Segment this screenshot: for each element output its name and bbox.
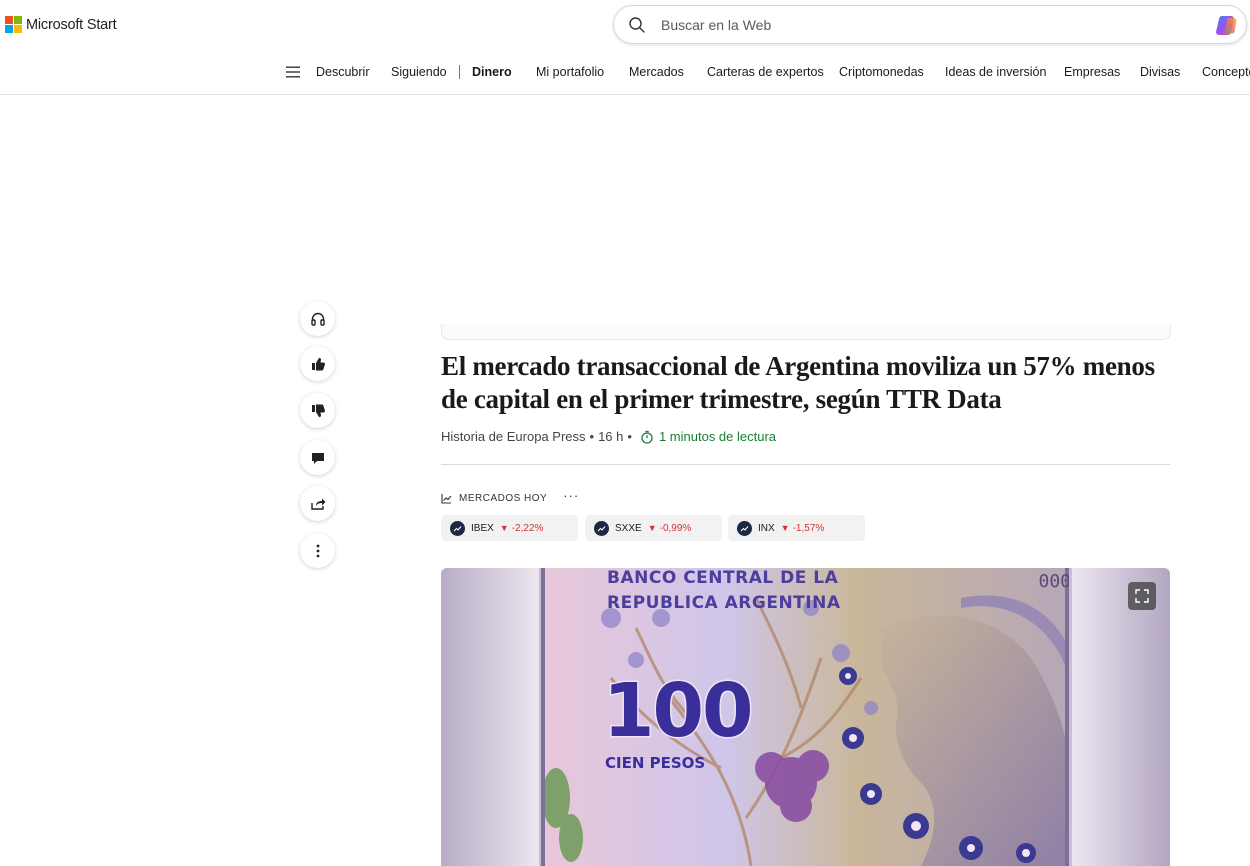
image-blur-left bbox=[441, 568, 539, 866]
ticker-name: SXXE bbox=[615, 522, 642, 534]
banknote-bank-name-line1: BANCO CENTRAL DE LA bbox=[607, 568, 839, 588]
read-time-label: 1 minutos de lectura bbox=[658, 429, 777, 444]
search-box[interactable] bbox=[613, 5, 1247, 44]
article-source[interactable]: Historia de Europa Press bbox=[441, 429, 586, 444]
chart-line-icon bbox=[441, 494, 452, 504]
ticker-change: -0,99% bbox=[659, 522, 692, 534]
comment-button[interactable] bbox=[300, 440, 335, 475]
ticker-name: IBEX bbox=[471, 522, 494, 534]
ticker-change: -1,57% bbox=[792, 522, 825, 534]
microsoft-start-logo[interactable]: Microsoft Start bbox=[5, 16, 117, 33]
banknote-image: BANCO CENTRAL DE LA REPUBLICA ARGENTINA … bbox=[541, 568, 1069, 866]
banknote-bank-name-line2: REPUBLICA ARGENTINA bbox=[607, 593, 841, 613]
article-hero-image[interactable]: BANCO CENTRAL DE LA REPUBLICA ARGENTINA … bbox=[441, 568, 1170, 866]
nav-item-carteras-de-expertos[interactable]: Carteras de expertos bbox=[707, 65, 824, 79]
ticker-inx[interactable]: INX ▼ -1,57% bbox=[728, 515, 865, 541]
index-chart-icon bbox=[594, 520, 609, 536]
ad-card-bottom bbox=[441, 324, 1171, 340]
share-icon bbox=[310, 498, 325, 510]
comment-icon bbox=[311, 452, 324, 464]
timer-icon bbox=[641, 430, 653, 444]
nav-item-ideas-de-inversion[interactable]: Ideas de inversión bbox=[945, 65, 1046, 79]
nav-item-mercados[interactable]: Mercados bbox=[629, 65, 684, 79]
banknote-denomination: 100 bbox=[601, 667, 754, 756]
read-time: 1 minutos de lectura bbox=[640, 429, 776, 444]
like-button[interactable] bbox=[300, 346, 335, 381]
markets-header: MERCADOS HOY ··· bbox=[441, 488, 579, 506]
more-options-button[interactable] bbox=[300, 533, 335, 568]
nav-item-descubrir[interactable]: Descubrir bbox=[316, 65, 370, 79]
category-nav: Descubrir Siguiendo Dinero Mi portafolio… bbox=[0, 50, 1250, 95]
ticker-change: -2,22% bbox=[511, 522, 544, 534]
fullscreen-icon bbox=[1135, 589, 1149, 603]
nav-item-dinero[interactable]: Dinero bbox=[472, 65, 512, 79]
byline-dot: • bbox=[627, 429, 632, 444]
brand-name: Microsoft Start bbox=[26, 16, 117, 33]
markets-more-button[interactable]: ··· bbox=[563, 488, 579, 503]
nav-item-mi-portafolio[interactable]: Mi portafolio bbox=[536, 65, 604, 79]
search-input[interactable] bbox=[661, 14, 1181, 36]
nav-item-siguiendo[interactable]: Siguiendo bbox=[391, 65, 447, 79]
byline-dot: • bbox=[589, 429, 595, 444]
nav-separator bbox=[459, 65, 460, 79]
copilot-icon[interactable] bbox=[1215, 13, 1240, 38]
banknote-denomination-words: CIEN PESOS bbox=[605, 754, 706, 772]
banknote-serial: 000 bbox=[1038, 571, 1069, 592]
thumbs-down-icon bbox=[311, 404, 325, 417]
down-arrow-icon: ▼ bbox=[499, 523, 509, 533]
nav-item-divisas[interactable]: Divisas bbox=[1140, 65, 1180, 79]
article-headline: El mercado transaccional de Argentina mo… bbox=[441, 351, 1155, 414]
ticker-sxxe[interactable]: SXXE ▼ -0,99% bbox=[585, 515, 722, 541]
ticker-name: INX bbox=[758, 522, 775, 534]
dislike-button[interactable] bbox=[300, 393, 335, 428]
listen-button[interactable] bbox=[300, 301, 335, 336]
nav-item-empresas[interactable]: Empresas bbox=[1064, 65, 1120, 79]
thumbs-up-icon bbox=[311, 357, 325, 370]
index-chart-icon bbox=[737, 520, 752, 536]
expand-image-button[interactable] bbox=[1128, 582, 1156, 610]
ticker-ibex[interactable]: IBEX ▼ -2,22% bbox=[441, 515, 578, 541]
article-divider bbox=[441, 464, 1170, 465]
image-blur-right bbox=[1072, 568, 1170, 866]
headphones-icon bbox=[310, 312, 325, 326]
down-arrow-icon: ▼ bbox=[780, 523, 790, 533]
top-bar: Microsoft Start bbox=[0, 0, 1250, 50]
microsoft-logo-icon bbox=[5, 16, 22, 33]
down-arrow-icon: ▼ bbox=[647, 523, 657, 533]
index-chart-icon bbox=[450, 520, 465, 536]
more-vertical-icon bbox=[316, 544, 319, 557]
markets-title: MERCADOS HOY bbox=[459, 493, 548, 504]
article-age: 16 h bbox=[598, 429, 624, 444]
search-icon bbox=[629, 17, 645, 33]
nav-item-criptomonedas[interactable]: Criptomonedas bbox=[839, 65, 924, 79]
nav-item-conceptos[interactable]: Conceptos bbox=[1202, 65, 1250, 79]
article-byline: Historia de Europa Press • 16 h • 1 minu… bbox=[441, 429, 776, 444]
hamburger-menu-icon[interactable] bbox=[286, 66, 300, 78]
share-button[interactable] bbox=[300, 486, 335, 521]
